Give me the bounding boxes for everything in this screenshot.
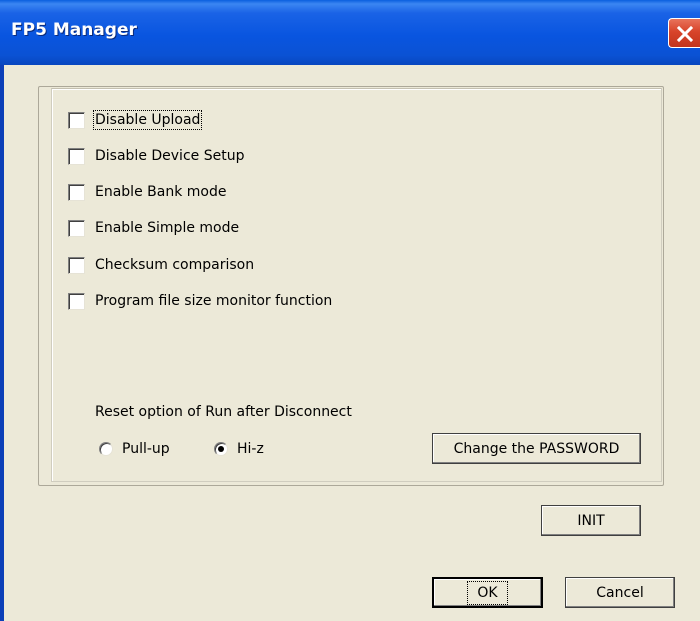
close-icon xyxy=(676,25,694,43)
init-button[interactable]: INIT xyxy=(541,505,641,536)
radio-button[interactable] xyxy=(214,442,228,456)
radio-pull-up[interactable]: Pull-up xyxy=(99,441,170,457)
checkbox-disable-upload[interactable]: Disable Upload xyxy=(68,110,468,130)
checkbox-disable-device-setup[interactable]: Disable Device Setup xyxy=(68,147,468,165)
checkbox-box[interactable] xyxy=(68,111,85,129)
title-bar[interactable]: FP5 Manager xyxy=(0,0,700,65)
reset-option-label: Reset option of Run after Disconnect xyxy=(95,404,352,420)
checkbox-box[interactable] xyxy=(68,219,85,237)
cancel-button[interactable]: Cancel xyxy=(565,577,675,608)
ok-button[interactable]: OK xyxy=(432,577,543,608)
checkbox-box[interactable] xyxy=(68,256,85,274)
radio-hi-z[interactable]: Hi-z xyxy=(214,441,264,457)
checkbox-enable-bank-mode[interactable]: Enable Bank mode xyxy=(68,183,468,201)
checkbox-enable-simple-mode[interactable]: Enable Simple mode xyxy=(68,219,468,237)
window-frame-left xyxy=(0,65,4,621)
ok-button-label: OK xyxy=(467,580,508,605)
close-button[interactable] xyxy=(668,18,700,48)
radio-label: Pull-up xyxy=(122,441,170,457)
window-title: FP5 Manager xyxy=(11,20,137,40)
checkbox-label: Disable Upload xyxy=(92,110,203,130)
checkbox-box[interactable] xyxy=(68,147,85,165)
checkbox-label: Program file size monitor function xyxy=(95,293,333,309)
checkbox-label: Enable Bank mode xyxy=(95,184,227,200)
checkbox-box[interactable] xyxy=(68,183,85,201)
checkbox-checksum-comparison[interactable]: Checksum comparison xyxy=(68,256,468,274)
checkbox-label: Enable Simple mode xyxy=(95,220,240,236)
radio-button[interactable] xyxy=(99,442,113,456)
checkbox-box[interactable] xyxy=(68,292,85,310)
checkbox-program-file-size-monitor[interactable]: Program file size monitor function xyxy=(68,292,468,310)
radio-label: Hi-z xyxy=(237,441,264,457)
checkbox-label: Disable Device Setup xyxy=(95,148,245,164)
change-password-button[interactable]: Change the PASSWORD xyxy=(432,433,641,464)
checkbox-label: Checksum comparison xyxy=(95,257,255,273)
